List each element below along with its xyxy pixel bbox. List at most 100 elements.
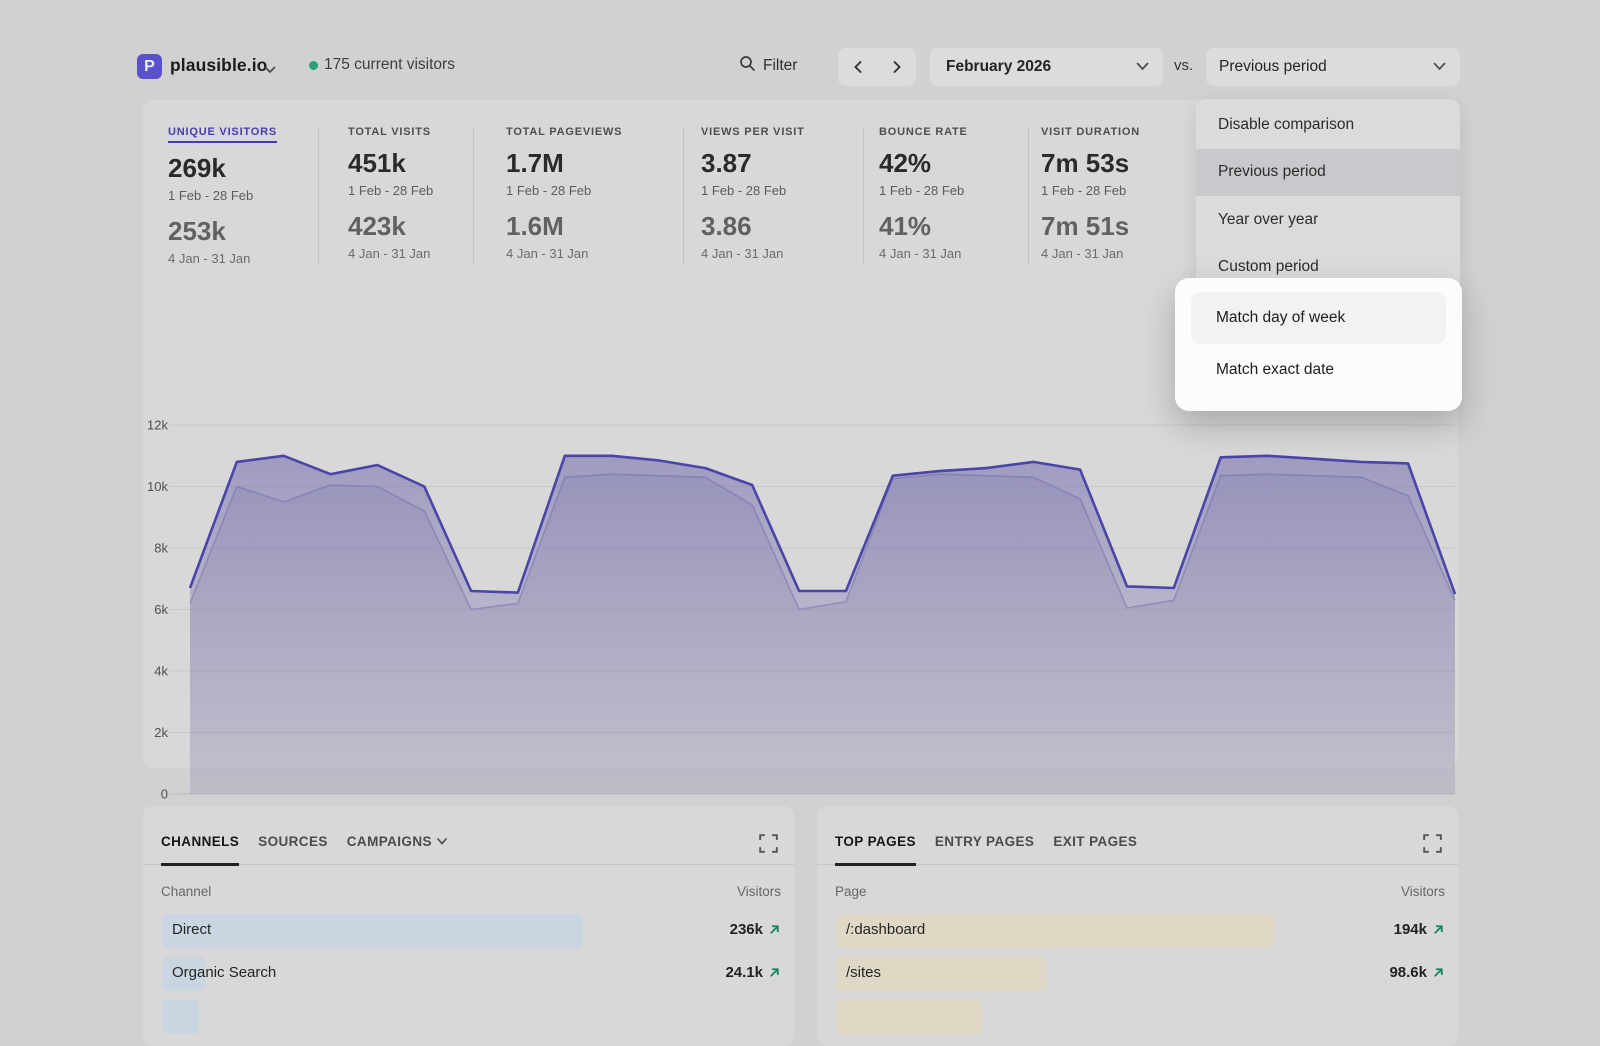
stat-value: 3.87 xyxy=(701,148,805,179)
stat-tab-total-pageviews[interactable]: TOTAL PAGEVIEWS 1.7M 1 Feb - 28 Feb 1.6M… xyxy=(506,126,622,261)
submenu-item-match-exact-date[interactable]: Match exact date xyxy=(1191,344,1446,396)
comparison-select[interactable]: Previous period xyxy=(1206,48,1460,86)
table-row[interactable]: /sites 98.6k xyxy=(836,957,1445,991)
row-visitors: 194k xyxy=(1394,921,1427,938)
stat-divider xyxy=(318,128,319,264)
svg-text:2k: 2k xyxy=(154,725,168,740)
stat-label: TOTAL VISITS xyxy=(348,126,433,138)
table-row[interactable]: Direct 236k xyxy=(162,914,781,948)
stat-tab-unique-visitors[interactable]: UNIQUE VISITORS 269k 1 Feb - 28 Feb 253k… xyxy=(168,126,277,266)
svg-text:8k: 8k xyxy=(154,541,168,556)
trend-up-icon xyxy=(768,923,781,936)
stat-value: 1.7M xyxy=(506,148,622,179)
svg-text:10k: 10k xyxy=(147,479,168,494)
panel-tabs: CHANNELS SOURCES CAMPAIGNS xyxy=(143,806,794,865)
column-header-name: Channel xyxy=(161,884,211,899)
svg-text:4k: 4k xyxy=(154,664,168,679)
date-range-value: February 2026 xyxy=(946,58,1051,76)
previous-date-button[interactable] xyxy=(838,48,877,86)
chevron-down-icon xyxy=(1433,58,1446,76)
stat-previous-period: 4 Jan - 31 Jan xyxy=(701,246,805,261)
stat-period: 1 Feb - 28 Feb xyxy=(1041,183,1140,198)
plausible-logo-icon[interactable]: P xyxy=(137,54,162,79)
stat-period: 1 Feb - 28 Feb xyxy=(168,188,277,203)
stat-previous-value: 3.86 xyxy=(701,211,805,242)
column-header-name: Page xyxy=(835,884,867,899)
stat-label: UNIQUE VISITORS xyxy=(168,126,277,143)
svg-text:0: 0 xyxy=(161,787,168,802)
stat-divider xyxy=(473,128,474,264)
filter-label: Filter xyxy=(763,57,797,75)
tab-top-pages[interactable]: TOP PAGES xyxy=(835,834,916,866)
chevron-down-icon xyxy=(1136,58,1149,76)
menu-item-previous-period[interactable]: Previous period xyxy=(1196,149,1460,197)
table-row[interactable] xyxy=(836,1000,1445,1034)
trend-up-icon xyxy=(768,966,781,979)
tab-sources[interactable]: SOURCES xyxy=(258,834,328,866)
menu-item-disable-comparison[interactable]: Disable comparison xyxy=(1196,101,1460,149)
stat-value: 269k xyxy=(168,153,277,184)
stat-label: BOUNCE RATE xyxy=(879,126,968,138)
trend-up-icon xyxy=(1432,966,1445,979)
chevron-down-icon xyxy=(437,838,447,845)
live-visitors-dot-icon xyxy=(309,61,318,70)
chevron-down-icon[interactable] xyxy=(264,61,276,79)
row-visitors: 24.1k xyxy=(725,964,763,981)
site-switcher[interactable]: plausible.io xyxy=(170,55,267,76)
stat-value: 451k xyxy=(348,148,433,179)
stat-tab-total-visits[interactable]: TOTAL VISITS 451k 1 Feb - 28 Feb 423k 4 … xyxy=(348,126,433,261)
row-visitors: 98.6k xyxy=(1389,964,1427,981)
row-bar xyxy=(162,914,583,948)
row-name[interactable]: /:dashboard xyxy=(846,921,925,938)
stat-value: 42% xyxy=(879,148,968,179)
table-row[interactable]: Organic Search 24.1k xyxy=(162,957,781,991)
row-name[interactable]: /sites xyxy=(846,964,881,981)
panel-rows: Direct 236k Organic Search 24.1k xyxy=(162,914,781,1043)
table-row[interactable]: /:dashboard 194k xyxy=(836,914,1445,948)
tab-entry-pages[interactable]: ENTRY PAGES xyxy=(935,834,1034,866)
submenu-item-match-day-of-week[interactable]: Match day of week xyxy=(1191,292,1446,344)
stat-divider xyxy=(1028,128,1029,264)
svg-text:12k: 12k xyxy=(147,418,168,433)
vs-label: vs. xyxy=(1174,57,1193,74)
tab-exit-pages[interactable]: EXIT PAGES xyxy=(1053,834,1137,866)
row-name[interactable]: Direct xyxy=(172,921,211,938)
column-header-visitors: Visitors xyxy=(737,884,781,899)
panel-tabs: TOP PAGES ENTRY PAGES EXIT PAGES xyxy=(817,806,1458,865)
menu-item-year-over-year[interactable]: Year over year xyxy=(1196,196,1460,244)
row-bar xyxy=(836,1000,982,1034)
panel-rows: /:dashboard 194k /sites 98.6k xyxy=(836,914,1445,1043)
date-nav-group xyxy=(838,48,916,86)
stat-previous-period: 4 Jan - 31 Jan xyxy=(1041,246,1140,261)
stat-previous-period: 4 Jan - 31 Jan xyxy=(879,246,968,261)
expand-icon[interactable] xyxy=(1423,834,1442,858)
stat-period: 1 Feb - 28 Feb xyxy=(506,183,622,198)
trend-up-icon xyxy=(1432,923,1445,936)
search-icon xyxy=(739,55,756,77)
stat-divider xyxy=(683,128,684,264)
stat-period: 1 Feb - 28 Feb xyxy=(348,183,433,198)
tab-campaigns[interactable]: CAMPAIGNS xyxy=(347,834,447,866)
stat-tab-views-per-visit[interactable]: VIEWS PER VISIT 3.87 1 Feb - 28 Feb 3.86… xyxy=(701,126,805,261)
row-name[interactable]: Organic Search xyxy=(172,964,276,981)
stat-label: VISIT DURATION xyxy=(1041,126,1140,138)
stat-previous-value: 7m 51s xyxy=(1041,211,1140,242)
stat-previous-value: 41% xyxy=(879,211,968,242)
stat-tab-visit-duration[interactable]: VISIT DURATION 7m 53s 1 Feb - 28 Feb 7m … xyxy=(1041,126,1140,261)
stat-previous-period: 4 Jan - 31 Jan xyxy=(348,246,433,261)
tab-channels[interactable]: CHANNELS xyxy=(161,834,239,866)
date-range-select[interactable]: February 2026 xyxy=(930,48,1163,86)
comparison-value: Previous period xyxy=(1219,58,1327,76)
current-visitors-link[interactable]: 175 current visitors xyxy=(324,56,455,74)
stat-tab-bounce-rate[interactable]: BOUNCE RATE 42% 1 Feb - 28 Feb 41% 4 Jan… xyxy=(879,126,968,261)
comparison-mode-submenu: Match day of weekMatch exact date xyxy=(1175,278,1462,411)
channels-panel: CHANNELS SOURCES CAMPAIGNS Channel Visitor… xyxy=(143,806,794,1046)
stat-previous-period: 4 Jan - 31 Jan xyxy=(506,246,622,261)
stat-value: 7m 53s xyxy=(1041,148,1140,179)
filter-button[interactable]: Filter xyxy=(739,55,797,77)
expand-icon[interactable] xyxy=(759,834,778,858)
next-date-button[interactable] xyxy=(877,48,916,86)
row-visitors: 236k xyxy=(730,921,763,938)
pages-panel: TOP PAGESENTRY PAGESEXIT PAGES Page Visi… xyxy=(817,806,1458,1046)
table-row[interactable] xyxy=(162,1000,781,1034)
